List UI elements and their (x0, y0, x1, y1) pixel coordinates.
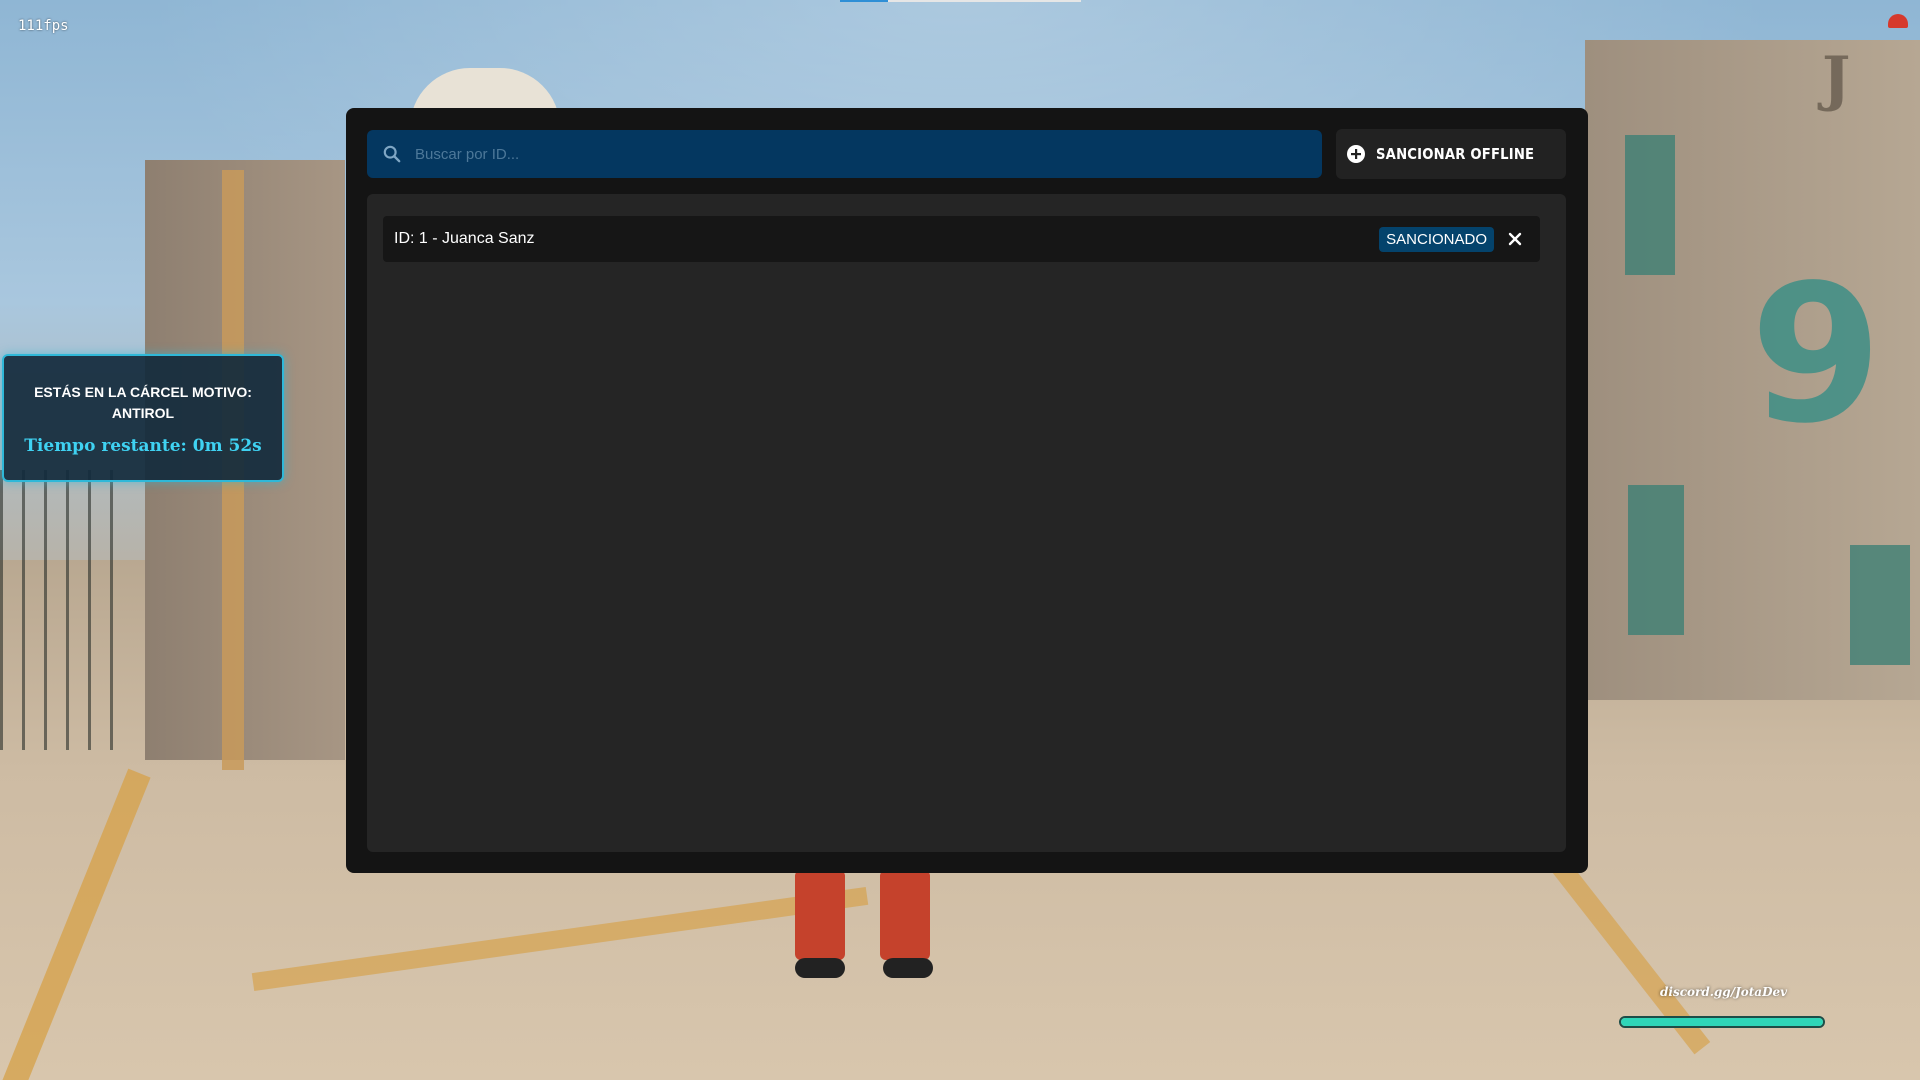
search-input[interactable] (413, 129, 1322, 179)
character-leg (795, 870, 845, 960)
character-shoe (795, 958, 845, 978)
top-progress-accent (840, 0, 888, 2)
remove-sanction-button[interactable] (1504, 228, 1526, 250)
character-leg (880, 870, 930, 960)
sanction-offline-label: SANCIONAR OFFLINE (1376, 145, 1535, 163)
building-number-mark: 9 (1750, 244, 1883, 465)
teal-door (1628, 485, 1684, 635)
character-shoe (883, 958, 933, 978)
player-row[interactable]: ID: 1 - Juanca Sanz SANCIONADO (383, 216, 1540, 262)
sanction-offline-button[interactable]: SANCIONAR OFFLINE (1336, 129, 1566, 179)
teal-window (1625, 135, 1675, 275)
notification-icon (1888, 14, 1908, 28)
player-label: ID: 1 - Juanca Sanz (394, 230, 535, 247)
search-bar (367, 129, 1322, 179)
search-icon (383, 145, 401, 163)
status-badge: SANCIONADO (1379, 226, 1494, 252)
game-viewport: 9 111fps J ESTÁS EN LA CÁRCEL MOTIVO: AN… (0, 0, 1920, 1080)
status-bar (1619, 1016, 1825, 1028)
teal-door (1850, 545, 1910, 665)
top-progress-track (888, 0, 1081, 2)
close-icon (1508, 232, 1522, 246)
status-bar-fill (1621, 1018, 1823, 1026)
jail-time-remaining: Tiempo restante: 0m 52s (24, 436, 262, 456)
player-character (795, 870, 935, 978)
fence (0, 470, 130, 750)
player-list: ID: 1 - Juanca Sanz SANCIONADO (367, 194, 1566, 852)
plus-circle-icon (1347, 145, 1366, 163)
jail-status-box: ESTÁS EN LA CÁRCEL MOTIVO: ANTIROL Tiemp… (2, 354, 284, 482)
fps-counter: 111fps (18, 18, 69, 34)
discord-link-text: discord.gg/JotaDev (1660, 985, 1788, 999)
sanction-panel: SANCIONAR OFFLINE ID: 1 - Juanca Sanz SA… (346, 108, 1588, 873)
server-logo: J (1822, 44, 1851, 114)
jail-reason: ESTÁS EN LA CÁRCEL MOTIVO: ANTIROL (34, 384, 252, 421)
